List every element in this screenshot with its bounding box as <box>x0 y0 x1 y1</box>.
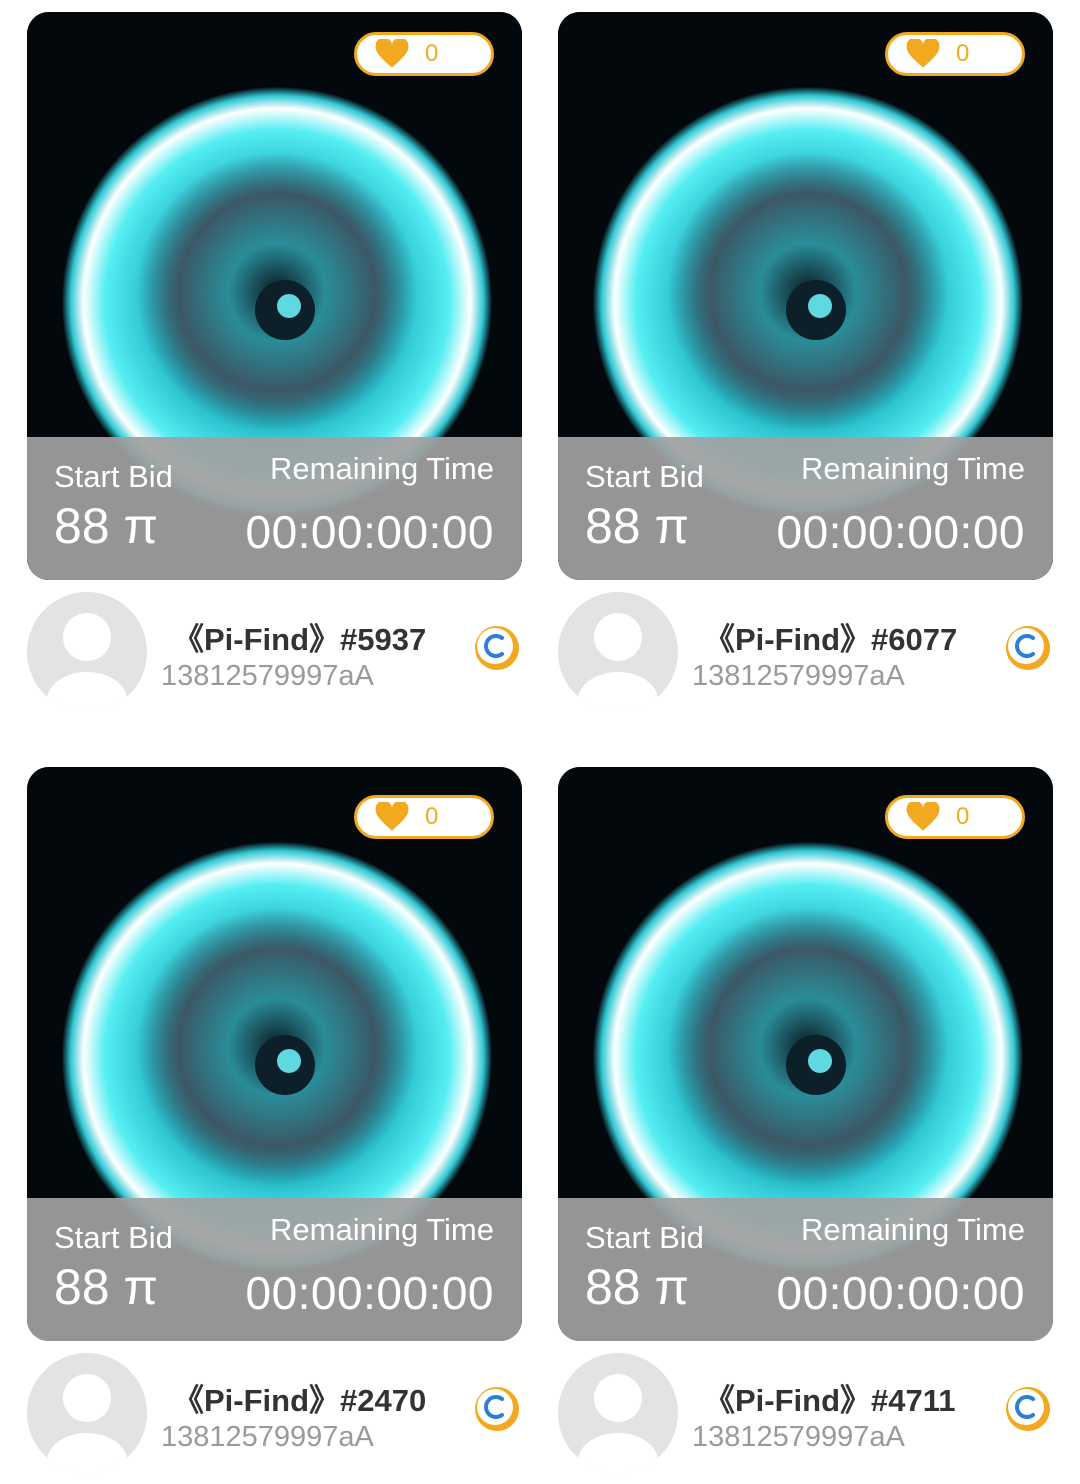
nft-grid: 0 Start Bid 88 π Remaining Time 00:00:00… <box>0 0 1080 1484</box>
nft-title[interactable]: 《Pi-Find》#4711 <box>704 1375 956 1420</box>
start-bid-label: Start Bid <box>54 1220 173 1255</box>
user-placeholder-icon <box>27 592 147 712</box>
user-placeholder-icon <box>27 1353 147 1473</box>
nft-card[interactable]: 0 Start Bid 88 π Remaining Time 00:00:00… <box>27 767 522 1483</box>
copyright-coin-icon <box>1006 626 1050 670</box>
nft-title[interactable]: 《Pi-Find》#2470 <box>173 1375 426 1420</box>
avatar[interactable] <box>27 1353 147 1473</box>
heart-icon <box>375 802 409 832</box>
nft-image[interactable]: 0 Start Bid 88 π Remaining Time 00:00:00… <box>27 767 522 1341</box>
remaining-time-label: Remaining Time <box>270 451 494 486</box>
owner-name: 13812579997aA <box>692 1421 905 1453</box>
like-button[interactable]: 0 <box>885 32 1025 76</box>
nft-meta: 《Pi-Find》#2470 13812579997aA <box>27 1353 522 1483</box>
like-count: 0 <box>425 40 439 67</box>
remaining-time-value: 00:00:00:00 <box>776 1267 1025 1319</box>
user-placeholder-icon <box>558 1353 678 1473</box>
nft-image[interactable]: 0 Start Bid 88 π Remaining Time 00:00:00… <box>558 12 1053 580</box>
nft-title[interactable]: 《Pi-Find》#6077 <box>704 614 957 659</box>
auction-info-bar: Start Bid 88 π Remaining Time 00:00:00:0… <box>27 1198 522 1341</box>
copyright-coin-icon <box>1006 1387 1050 1431</box>
start-bid-label: Start Bid <box>585 1220 704 1255</box>
copyright-coin-icon <box>475 1387 519 1431</box>
nft-meta: 《Pi-Find》#6077 13812579997aA <box>558 592 1053 722</box>
like-button[interactable]: 0 <box>354 32 494 76</box>
remaining-time-value: 00:00:00:00 <box>245 1267 494 1319</box>
nft-card[interactable]: 0 Start Bid 88 π Remaining Time 00:00:00… <box>27 12 522 722</box>
copyright-coin-icon <box>475 626 519 670</box>
nft-meta: 《Pi-Find》#5937 13812579997aA <box>27 592 522 722</box>
start-bid-value: 88 π <box>54 498 159 554</box>
auction-info-bar: Start Bid 88 π Remaining Time 00:00:00:0… <box>558 1198 1053 1341</box>
nft-image[interactable]: 0 Start Bid 88 π Remaining Time 00:00:00… <box>558 767 1053 1341</box>
start-bid-value: 88 π <box>54 1259 159 1315</box>
auction-info-bar: Start Bid 88 π Remaining Time 00:00:00:0… <box>558 437 1053 580</box>
like-button[interactable]: 0 <box>354 795 494 839</box>
start-bid-value: 88 π <box>585 498 690 554</box>
heart-icon <box>375 39 409 69</box>
like-count: 0 <box>425 803 439 830</box>
nft-card[interactable]: 0 Start Bid 88 π Remaining Time 00:00:00… <box>558 767 1053 1483</box>
remaining-time-label: Remaining Time <box>270 1212 494 1247</box>
auction-info-bar: Start Bid 88 π Remaining Time 00:00:00:0… <box>27 437 522 580</box>
remaining-time-value: 00:00:00:00 <box>245 506 494 558</box>
nft-meta: 《Pi-Find》#4711 13812579997aA <box>558 1353 1053 1483</box>
like-button[interactable]: 0 <box>885 795 1025 839</box>
avatar[interactable] <box>558 592 678 712</box>
like-count: 0 <box>956 803 970 830</box>
like-count: 0 <box>956 40 970 67</box>
owner-name: 13812579997aA <box>692 660 905 692</box>
start-bid-label: Start Bid <box>54 459 173 494</box>
nft-title[interactable]: 《Pi-Find》#5937 <box>173 614 426 659</box>
remaining-time-label: Remaining Time <box>801 451 1025 486</box>
heart-icon <box>906 39 940 69</box>
remaining-time-label: Remaining Time <box>801 1212 1025 1247</box>
remaining-time-value: 00:00:00:00 <box>776 506 1025 558</box>
start-bid-value: 88 π <box>585 1259 690 1315</box>
owner-name: 13812579997aA <box>161 1421 374 1453</box>
avatar[interactable] <box>27 592 147 712</box>
start-bid-label: Start Bid <box>585 459 704 494</box>
avatar[interactable] <box>558 1353 678 1473</box>
nft-card[interactable]: 0 Start Bid 88 π Remaining Time 00:00:00… <box>558 12 1053 722</box>
user-placeholder-icon <box>558 592 678 712</box>
owner-name: 13812579997aA <box>161 660 374 692</box>
heart-icon <box>906 802 940 832</box>
nft-image[interactable]: 0 Start Bid 88 π Remaining Time 00:00:00… <box>27 12 522 580</box>
